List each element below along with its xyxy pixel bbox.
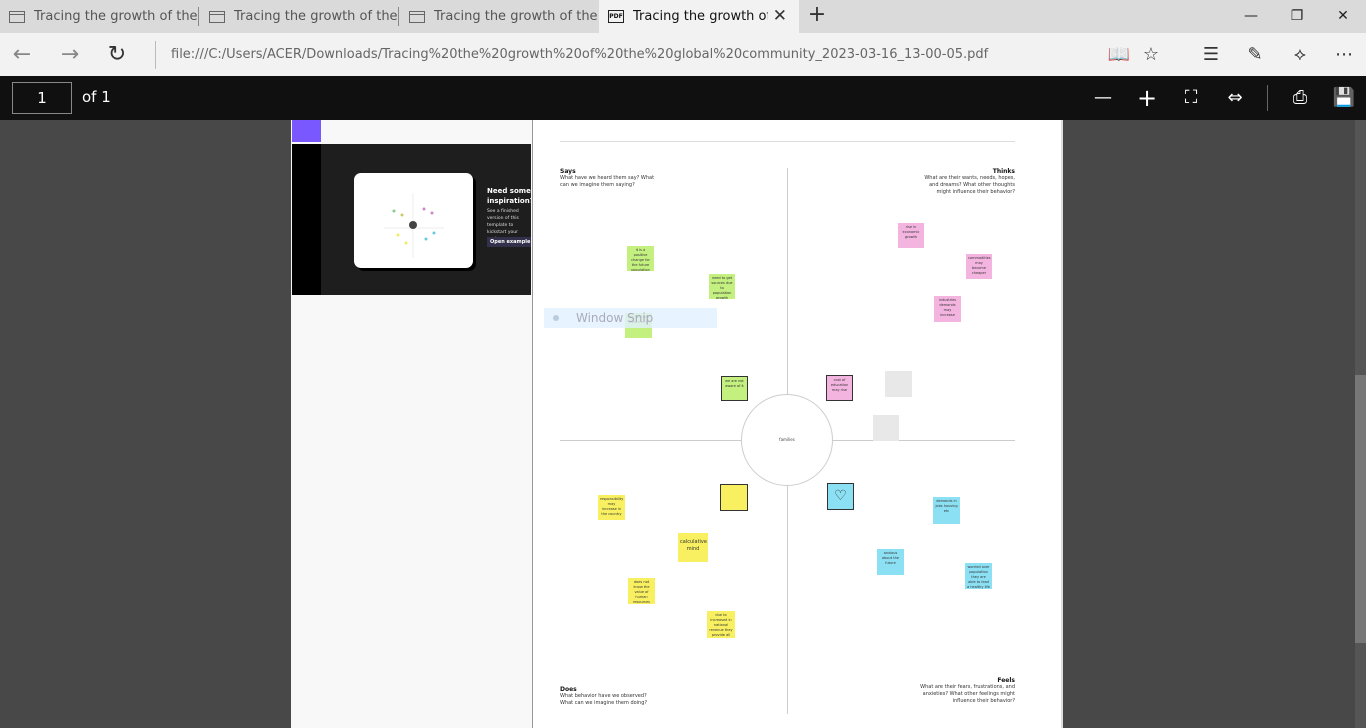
restore-button[interactable]: ❐ (1274, 0, 1320, 33)
page-count-label: of 1 (82, 88, 111, 106)
says-title: Says (560, 168, 576, 175)
purple-accent-bar (292, 120, 321, 142)
thinks-quadrant-label: Thinks What are their wants, needs, hopes… (915, 168, 1015, 196)
tab-1[interactable]: Tracing the growth of the g (0, 0, 197, 33)
back-arrow-icon[interactable]: ← (6, 39, 38, 71)
reading-view-icon[interactable]: 📖 (1103, 39, 1135, 71)
pdf-viewer[interactable]: Need some inspiration? See a finished ve… (0, 120, 1366, 728)
heart-icon[interactable]: ♡ (827, 483, 854, 510)
tab-bar: Tracing the growth of the g Tracing the … (0, 0, 1366, 33)
feels-quadrant-label: Feels What are their fears, frustrations,… (915, 677, 1015, 705)
close-tab-icon[interactable]: ✕ (773, 6, 787, 26)
thumbnail-dots (384, 193, 444, 258)
sticky-note[interactable]: cost of education may rise (826, 375, 853, 401)
refresh-icon[interactable]: ↻ (101, 39, 133, 71)
pdf-icon: PDF (608, 10, 624, 23)
print-icon[interactable]: ⎙ (1284, 82, 1316, 114)
window-snip-overlay[interactable]: Window Snip (544, 308, 717, 328)
tab-divider (198, 7, 199, 26)
fit-page-icon[interactable]: ⛶ (1175, 82, 1207, 114)
sticky-note[interactable]: industries demands may increase (934, 296, 961, 322)
web-note-icon[interactable]: ✎ (1239, 39, 1271, 71)
example-thumbnail (354, 173, 473, 268)
zoom-in-icon[interactable]: + (1131, 82, 1163, 114)
tab-2[interactable]: Tracing the growth of the g (200, 0, 397, 33)
sticky-note[interactable]: it is a positive change for the future p… (627, 246, 654, 271)
sticky-note[interactable]: worried over population they are able to… (965, 563, 992, 589)
sticky-note[interactable]: we are not aware of it (721, 376, 748, 401)
address-bar: ← → ↻ file:///C:/Users/ACER/Downloads/Tr… (0, 33, 1366, 76)
minimize-button[interactable]: — (1228, 0, 1274, 33)
sticky-note[interactable]: need to get sources due to population gr… (709, 274, 735, 299)
tab-page-icon (409, 10, 425, 23)
favorite-star-icon[interactable]: ☆ (1135, 39, 1167, 71)
tab-title: Tracing the growth of th (633, 9, 768, 24)
tab-divider (398, 7, 399, 26)
sticky-note[interactable]: commodities may become cheaper (966, 254, 992, 279)
forward-arrow-icon[interactable]: → (54, 39, 86, 71)
does-desc: What behavior have we observed? What can… (560, 693, 648, 706)
more-options-icon[interactable]: ⋯ (1328, 39, 1360, 71)
sticky-note[interactable]: due to increased in national revenue the… (707, 611, 735, 638)
tab-title: Tracing the growth of the g (34, 9, 197, 24)
empty-placeholder (873, 415, 899, 441)
close-window-button[interactable]: ✕ (1320, 0, 1366, 33)
card-stripe (292, 144, 321, 295)
tab-title: Tracing the growth of the gl (434, 9, 598, 24)
tab-4-active[interactable]: PDF Tracing the growth of th ✕ (599, 0, 799, 33)
sticky-note[interactable]: does not know the value of human resourc… (628, 578, 655, 604)
sticky-note[interactable]: demands in jobs housing etc (933, 497, 960, 524)
tab-3[interactable]: Tracing the growth of the gl (400, 0, 598, 33)
center-circle: families (741, 394, 833, 486)
need-some-inspiration-heading: Need some inspiration? (487, 187, 531, 205)
tab-page-icon (9, 10, 25, 23)
says-quadrant-label: Says What have we heard them say? What ca… (560, 168, 660, 189)
tab-page-icon (209, 10, 225, 23)
save-icon[interactable]: 💾 (1328, 82, 1360, 114)
center-label: families (779, 437, 795, 442)
does-title: Does (560, 686, 577, 693)
fit-width-icon[interactable]: ⇔ (1219, 82, 1251, 114)
pdf-page-edge (1061, 120, 1063, 728)
sticky-note-empty[interactable] (720, 484, 748, 511)
zoom-out-icon[interactable]: — (1087, 82, 1119, 114)
feels-title: Feels (997, 677, 1015, 684)
page-number-input[interactable]: 1 (12, 82, 72, 114)
sticky-note[interactable]: rise in economic growth (898, 223, 924, 248)
share-icon[interactable]: ⟡ (1284, 39, 1316, 71)
pdf-toolbar: 1 of 1 — + ⛶ ⇔ ⎙ 💾 (0, 76, 1366, 120)
new-tab-button[interactable]: + (806, 4, 828, 28)
thinks-title: Thinks (992, 168, 1015, 175)
tab-title: Tracing the growth of the g (234, 9, 397, 24)
thinks-desc: What are their wants, needs, hopes, and … (924, 175, 1015, 195)
open-example-button[interactable]: Open example (487, 237, 531, 247)
empty-placeholder (885, 371, 912, 397)
top-divider (560, 141, 1015, 142)
says-desc: What have we heard them say? What can we… (560, 175, 655, 188)
sticky-note[interactable]: anxious about the future (877, 549, 904, 575)
sticky-note[interactable]: calculative mind (678, 533, 708, 562)
url-field[interactable]: file:///C:/Users/ACER/Downloads/Tracing%… (155, 41, 1085, 69)
scrollbar-thumb[interactable] (1355, 375, 1366, 643)
toolbar-divider (1267, 85, 1268, 111)
does-quadrant-label: Does What behavior have we observed? What… (560, 686, 660, 707)
sticky-note[interactable]: responsibility may increase in the count… (598, 495, 625, 520)
feels-desc: What are their fears, frustrations, and … (920, 684, 1015, 704)
hub-menu-icon[interactable]: ☰ (1195, 39, 1227, 71)
